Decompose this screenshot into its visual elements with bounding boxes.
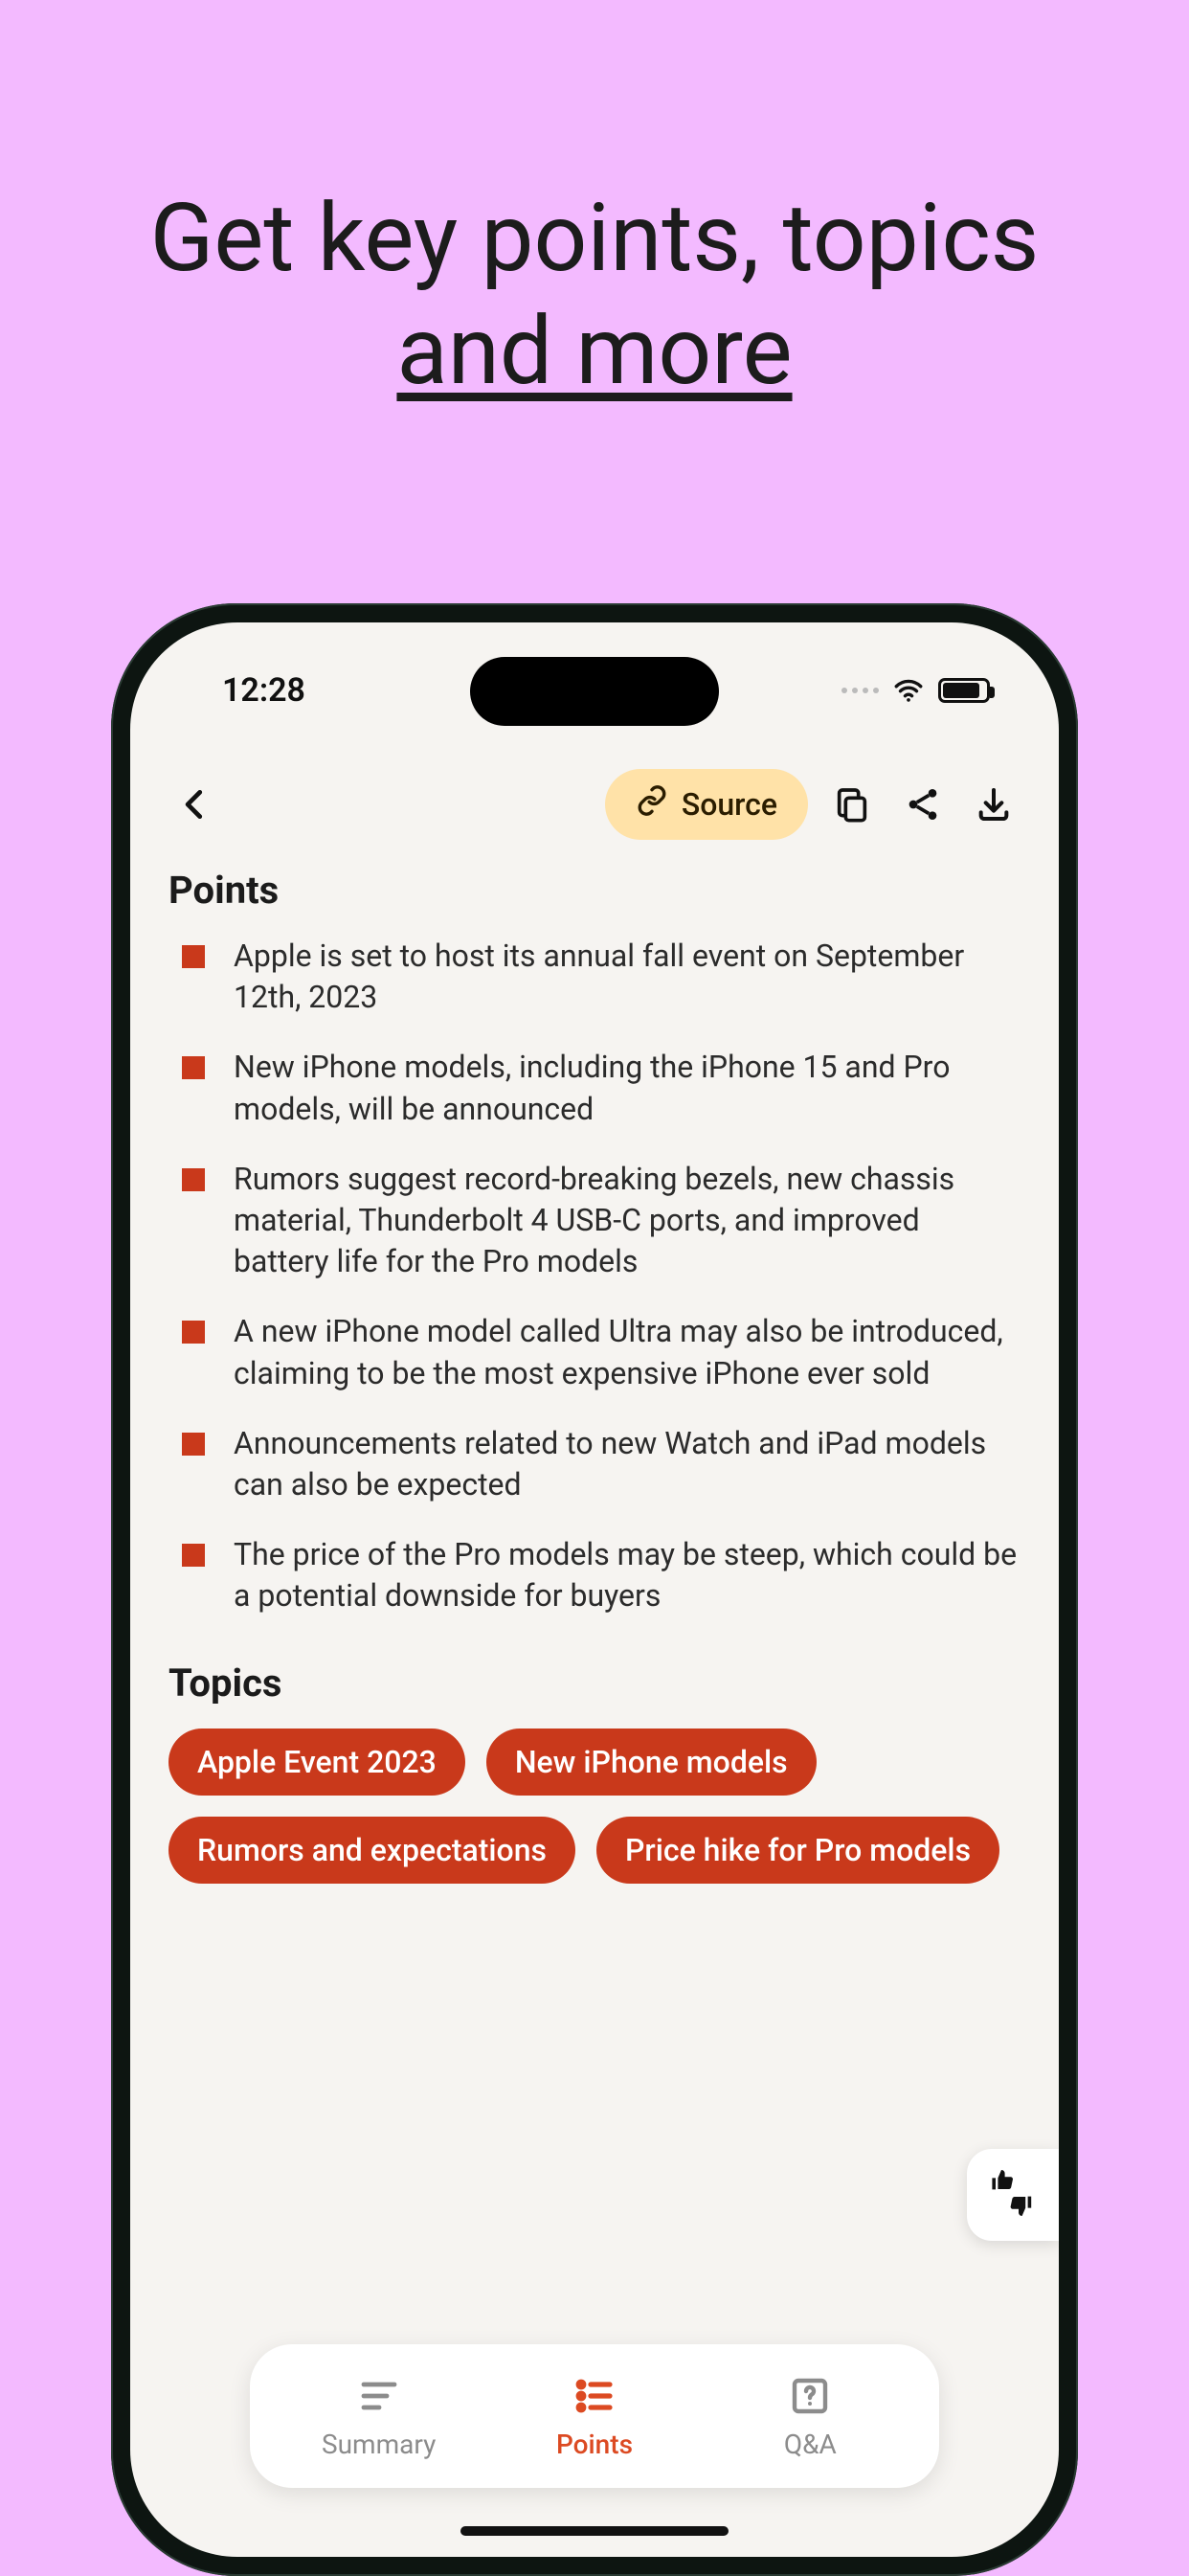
bullet-icon	[182, 1433, 205, 1456]
bullet-icon	[182, 1056, 205, 1079]
status-right	[841, 674, 990, 707]
promo-line-2: and more	[0, 290, 1189, 412]
topic-chip[interactable]: Apple Event 2023	[168, 1729, 465, 1796]
promo-heading: Get key points, topics and more	[0, 0, 1189, 412]
point-text: The price of the Pro models may be steep…	[234, 1534, 1021, 1616]
point-text: New iPhone models, including the iPhone …	[234, 1047, 1021, 1129]
list-item: The price of the Pro models may be steep…	[168, 1534, 1021, 1616]
share-button[interactable]	[896, 778, 950, 831]
app-content: Source Points Apple	[130, 757, 1059, 2557]
phone-frame: 12:28	[111, 603, 1078, 2576]
back-button[interactable]	[168, 778, 222, 831]
tab-qa[interactable]: Q&A	[714, 2373, 906, 2460]
link-icon	[636, 784, 668, 825]
list-item: Apple is set to host its annual fall eve…	[168, 936, 1021, 1018]
nav-label: Summary	[322, 2429, 436, 2460]
copy-button[interactable]	[825, 778, 879, 831]
summary-icon	[356, 2373, 402, 2423]
topics-heading: Topics	[168, 1661, 1021, 1706]
thumbs-icon	[990, 2170, 1036, 2220]
qa-icon	[787, 2373, 833, 2423]
home-indicator[interactable]	[460, 2526, 729, 2536]
nav-label: Points	[556, 2429, 633, 2460]
tab-summary[interactable]: Summary	[283, 2373, 475, 2460]
bullet-icon	[182, 1168, 205, 1191]
list-item: Announcements related to new Watch and i…	[168, 1423, 1021, 1505]
point-text: Announcements related to new Watch and i…	[234, 1423, 1021, 1505]
tab-points[interactable]: Points	[499, 2373, 690, 2460]
points-list: Apple is set to host its annual fall eve…	[168, 936, 1021, 1616]
phone-screen: 12:28	[130, 622, 1059, 2557]
nav-label: Q&A	[784, 2429, 837, 2460]
list-item: Rumors suggest record-breaking bezels, n…	[168, 1159, 1021, 1283]
topics-section: Topics Apple Event 2023 New iPhone model…	[168, 1661, 1021, 1884]
battery-icon	[938, 678, 990, 703]
bullet-icon	[182, 1544, 205, 1567]
dynamic-island	[470, 657, 719, 726]
point-text: Rumors suggest record-breaking bezels, n…	[234, 1159, 1021, 1283]
promo-line-1: Get key points, topics	[0, 187, 1189, 290]
points-heading: Points	[168, 868, 1021, 913]
topics-list: Apple Event 2023 New iPhone models Rumor…	[168, 1729, 1021, 1884]
bullet-icon	[182, 945, 205, 968]
top-bar: Source	[168, 757, 1021, 852]
phone-mockup: 12:28	[111, 603, 1078, 2576]
source-label: Source	[682, 786, 777, 823]
feedback-button[interactable]	[967, 2149, 1059, 2241]
source-button[interactable]: Source	[605, 769, 808, 840]
topic-chip[interactable]: New iPhone models	[486, 1729, 817, 1796]
topic-chip[interactable]: Price hike for Pro models	[596, 1817, 999, 1884]
bullet-icon	[182, 1321, 205, 1344]
topic-chip[interactable]: Rumors and expectations	[168, 1817, 575, 1884]
bottom-nav: Summary Points Q&A	[250, 2344, 939, 2488]
point-text: Apple is set to host its annual fall eve…	[234, 936, 1021, 1018]
cellular-icon	[841, 688, 879, 693]
download-button[interactable]	[967, 778, 1021, 831]
list-item: New iPhone models, including the iPhone …	[168, 1047, 1021, 1129]
wifi-icon	[892, 674, 925, 707]
status-time: 12:28	[222, 671, 305, 710]
points-icon	[572, 2373, 617, 2423]
point-text: A new iPhone model called Ultra may also…	[234, 1311, 1021, 1393]
list-item: A new iPhone model called Ultra may also…	[168, 1311, 1021, 1393]
